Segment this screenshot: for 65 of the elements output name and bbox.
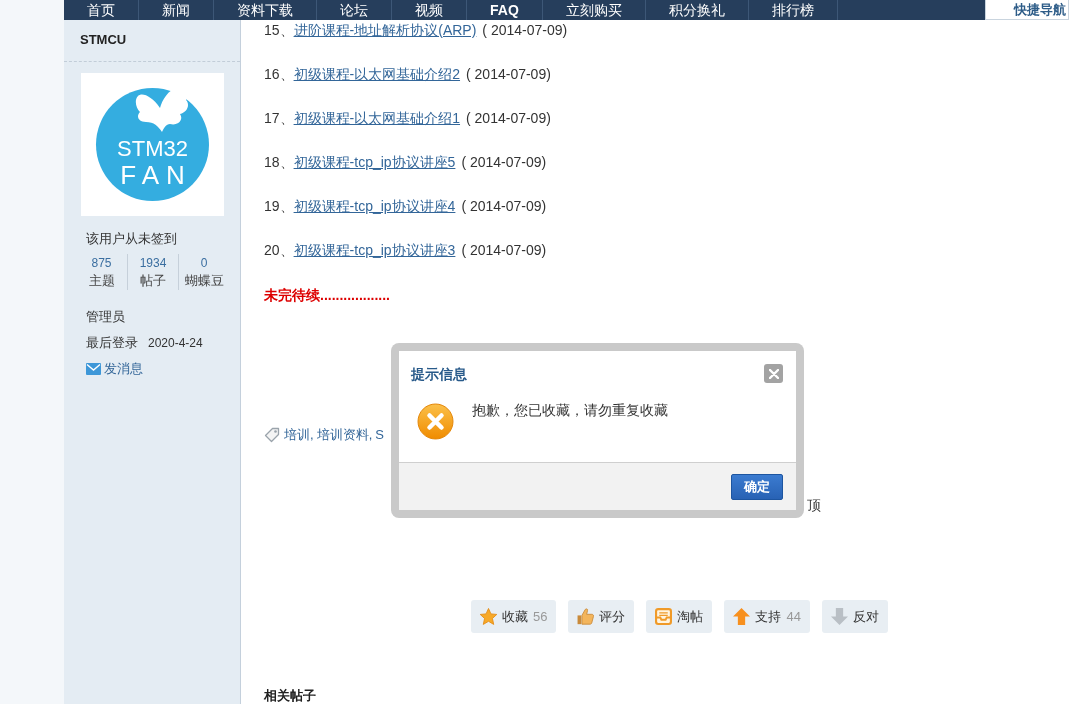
send-message-link[interactable]: 发消息 [104,360,143,378]
stat-value[interactable]: 1934 [139,254,167,272]
stat-value[interactable]: 0 [200,254,208,272]
collect-button[interactable]: 淘帖 [646,600,713,633]
tag-separator: , [310,426,314,444]
star-icon [480,608,497,625]
tag-link[interactable]: 培训资料 [316,425,369,445]
lesson-date: ( 2014-07-09) [466,65,551,84]
lesson-link[interactable]: 初级课程-以太网基础介绍1 [293,108,461,128]
up-arrow-icon [733,608,751,625]
stat-label: 帖子 [140,272,166,290]
lesson-date: ( 2014-07-09) [461,153,547,172]
nav-link[interactable]: 积分换礼 [645,0,749,20]
error-icon [417,403,454,440]
lesson-date: ( 2014-07-09) [466,109,551,128]
lesson-link[interactable]: 初级课程-tcp_ip协议讲座3 [293,240,456,260]
lesson-date: ( 2014-07-09) [461,197,547,216]
close-button[interactable] [764,364,783,383]
lesson-number: 15、 [264,21,294,40]
last-login-label: 最后登录 [86,334,138,352]
checkin-status: 该用户从未签到 [86,232,178,246]
oppose-button[interactable]: 反对 [821,600,888,633]
tray-icon [655,608,673,625]
logo-text: FAN [120,161,192,189]
lesson-link[interactable]: 初级课程-tcp_ip协议讲座4 [293,196,456,216]
last-login-date: 2020-4-24 [148,335,203,352]
quick-nav-button[interactable]: 快捷导航 [985,0,1069,20]
nav-link[interactable]: 视频 [392,0,467,20]
tag-icon [264,427,280,443]
close-icon [768,368,779,379]
thumbs-up-icon [577,608,595,625]
to-be-continued-text: 未完待续.................. [264,286,391,305]
tag-link[interactable]: 培训 [284,425,310,445]
lesson-date: ( 2014-07-09) [482,21,568,40]
stat-label: 蝴蝶豆 [184,272,224,290]
nav-link[interactable]: 排行榜 [748,0,838,20]
nav-link[interactable]: 立刻购买 [542,0,646,20]
related-posts-heading: 相关帖子 [264,688,317,704]
favorite-button[interactable]: 收藏 56 [471,600,557,633]
down-arrow-icon [830,608,848,625]
lesson-number: 18、 [264,153,294,172]
lesson-link[interactable]: 进阶课程-地址解析协议(ARP) [293,20,477,40]
dialog-title: 提示信息 [411,365,467,384]
stat-label: 主题 [88,272,115,290]
lesson-number: 17、 [264,109,294,128]
nav-link[interactable]: FAQ [467,0,543,20]
tag-separator: , [368,426,373,444]
user-group: 管理员 [86,308,240,326]
dialog-message: 抱歉，您已收藏，请勿重复收藏 [472,401,668,420]
envelope-icon [86,363,101,375]
lesson-link[interactable]: 初级课程-tcp_ip协议讲座5 [293,152,456,172]
username: STMCU [80,32,128,48]
lesson-date: ( 2014-07-09) [461,241,547,260]
lesson-number: 20、 [264,241,294,260]
lesson-number: 19、 [264,197,294,216]
support-button[interactable]: 支持 44 [724,600,810,633]
confirm-button[interactable]: 确定 [731,473,783,500]
stat-value[interactable]: 875 [91,254,112,272]
logo-text: STM32 [117,136,188,161]
rate-button[interactable]: 评分 [568,600,635,633]
tag-link[interactable]: S [375,425,384,445]
lesson-link[interactable]: 初级课程-以太网基础介绍2 [293,64,461,84]
lesson-number: 16、 [264,65,294,84]
thread-note-text: 顶 [807,497,821,513]
nav-link[interactable]: 论坛 [317,0,392,20]
